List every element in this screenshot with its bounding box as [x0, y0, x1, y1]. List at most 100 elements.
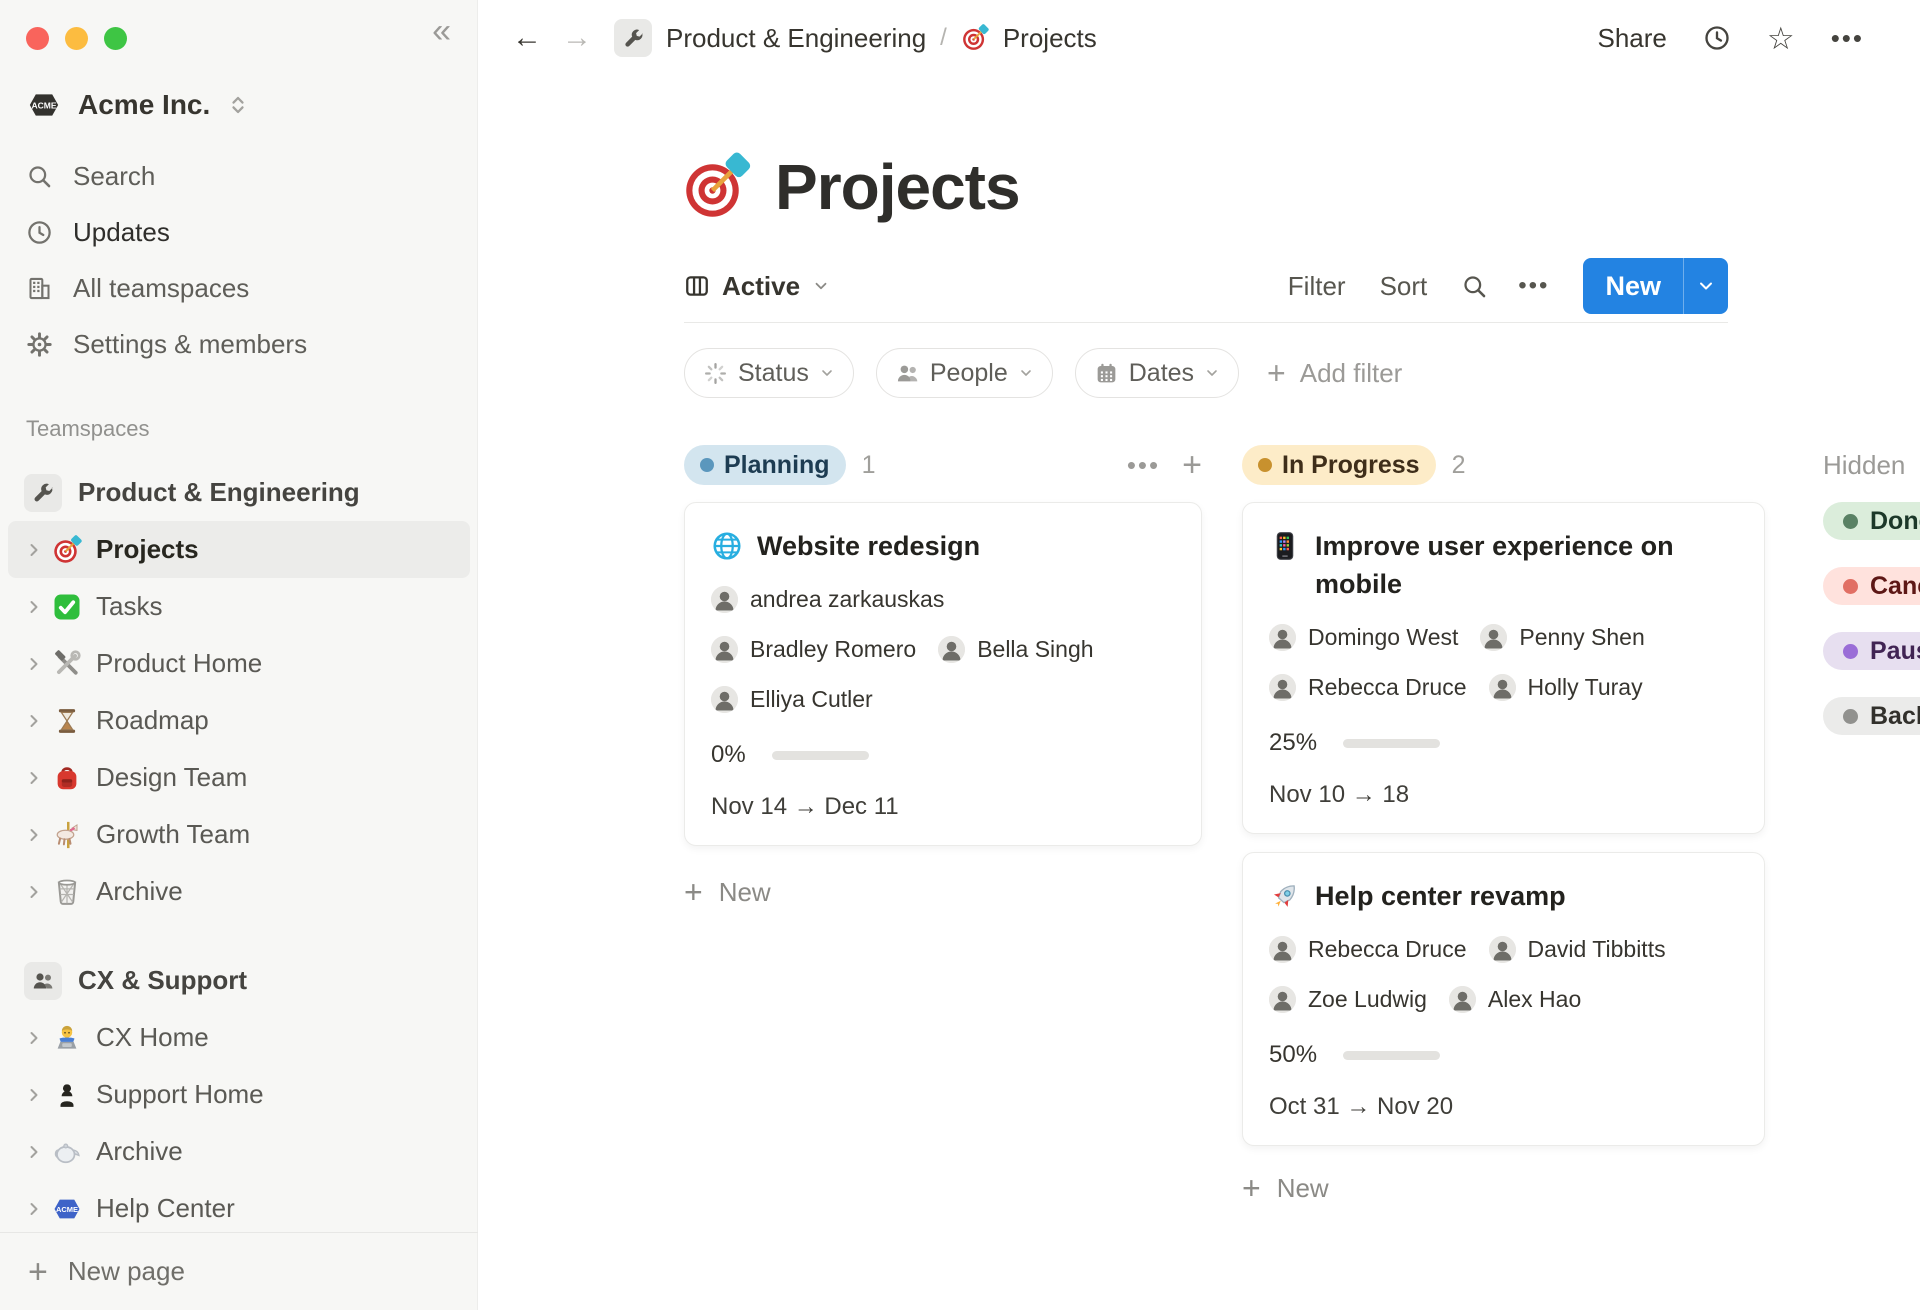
- status-label: In Progress: [1282, 451, 1420, 480]
- status-badge-planning[interactable]: Planning: [684, 445, 846, 485]
- person[interactable]: Penny Shen: [1480, 624, 1644, 651]
- filter-chip-status[interactable]: Status: [684, 348, 854, 398]
- status-badge-backlog[interactable]: Backlog: [1823, 697, 1920, 735]
- search-in-view-button[interactable]: [1461, 273, 1488, 300]
- status-badge-canceled[interactable]: Canceled: [1823, 567, 1920, 605]
- zoom-window-button[interactable]: [104, 27, 127, 50]
- filter-chip-dates[interactable]: Dates: [1075, 348, 1239, 398]
- forward-button[interactable]: →: [562, 23, 592, 53]
- board-column-planning: Planning 1 ••• + Website redesign: [684, 444, 1202, 910]
- status-label: Paused: [1870, 637, 1920, 666]
- person[interactable]: Rebecca Druce: [1269, 936, 1467, 963]
- avatar: [1480, 624, 1507, 651]
- people-icon: [31, 969, 55, 993]
- chevron-right-icon[interactable]: [24, 1199, 44, 1219]
- person[interactable]: Bella Singh: [938, 636, 1093, 663]
- sidebar-item-projects[interactable]: Projects: [8, 521, 470, 578]
- column-add-card-button[interactable]: +: [1182, 448, 1202, 482]
- updates-clock-button[interactable]: [1703, 24, 1731, 52]
- sidebar-item-updates[interactable]: Updates: [0, 204, 478, 260]
- person[interactable]: Alex Hao: [1449, 986, 1581, 1013]
- status-badge-in-progress[interactable]: In Progress: [1242, 445, 1436, 485]
- person[interactable]: Zoe Ludwig: [1269, 986, 1427, 1013]
- chevron-right-icon[interactable]: [24, 540, 44, 560]
- card-people: andrea zarkauskas Bradley Romero: [711, 579, 1175, 719]
- project-card-improve-ux-mobile[interactable]: Improve user experience on mobile Doming…: [1242, 502, 1765, 834]
- more-options-button[interactable]: •••: [1831, 23, 1864, 54]
- column-header: In Progress 2: [1242, 444, 1765, 486]
- sidebar-item-tasks[interactable]: Tasks: [0, 578, 478, 635]
- chevron-right-icon[interactable]: [24, 1142, 44, 1162]
- progress-percent: 25%: [1269, 729, 1317, 757]
- person[interactable]: andrea zarkauskas: [711, 586, 944, 613]
- chevron-right-icon[interactable]: [24, 1028, 44, 1048]
- person[interactable]: Holly Turay: [1489, 674, 1643, 701]
- technologist-icon: [52, 1023, 82, 1053]
- sidebar-item-archive-cx[interactable]: Archive: [0, 1123, 478, 1180]
- filter-chip-people[interactable]: People: [876, 348, 1053, 398]
- close-window-button[interactable]: [26, 27, 49, 50]
- workspace-switcher[interactable]: Acme Inc.: [24, 88, 250, 122]
- new-button-dropdown[interactable]: [1683, 258, 1728, 314]
- filter-button[interactable]: Filter: [1288, 271, 1346, 302]
- chevron-right-icon[interactable]: [24, 768, 44, 788]
- column-options-button[interactable]: •••: [1127, 450, 1160, 481]
- column-new-card-button[interactable]: + New: [1242, 1170, 1765, 1206]
- view-options-button[interactable]: •••: [1518, 272, 1549, 300]
- clock-icon: [1703, 24, 1731, 52]
- tools-icon: [52, 649, 82, 679]
- column-new-card-button[interactable]: + New: [684, 874, 1202, 910]
- new-page-button[interactable]: + New page: [0, 1232, 478, 1310]
- progress-track: [1343, 1051, 1440, 1060]
- minimize-window-button[interactable]: [65, 27, 88, 50]
- new-button-main[interactable]: New: [1583, 258, 1683, 314]
- sidebar-teamspace-product-engineering[interactable]: Product & Engineering: [0, 464, 478, 521]
- chevron-down-icon: [819, 365, 835, 381]
- chevron-right-icon[interactable]: [24, 597, 44, 617]
- wastebasket-icon: [52, 877, 82, 907]
- back-button[interactable]: ←: [512, 23, 542, 53]
- tab-active-view[interactable]: Active: [684, 271, 830, 302]
- sidebar-item-roadmap[interactable]: Roadmap: [0, 692, 478, 749]
- breadcrumb-teamspace-icon-box[interactable]: [614, 19, 652, 57]
- chevron-down-icon: [1018, 365, 1034, 381]
- sidebar-item-growth-team[interactable]: Growth Team: [0, 806, 478, 863]
- sidebar-item-cx-home[interactable]: CX Home: [0, 1009, 478, 1066]
- chevron-right-icon[interactable]: [24, 654, 44, 674]
- person-name: andrea zarkauskas: [750, 586, 944, 613]
- person[interactable]: Domingo West: [1269, 624, 1458, 651]
- sidebar-item-help-center[interactable]: Help Center: [0, 1180, 478, 1237]
- sidebar-item-support-home[interactable]: Support Home: [0, 1066, 478, 1123]
- chevron-right-icon[interactable]: [24, 882, 44, 902]
- sidebar-item-all-teamspaces[interactable]: All teamspaces: [0, 260, 478, 316]
- sort-button[interactable]: Sort: [1380, 271, 1428, 302]
- status-badge-done[interactable]: Done: [1823, 502, 1920, 540]
- sidebar-item-label: Projects: [96, 534, 199, 565]
- sidebar-item-archive[interactable]: Archive: [0, 863, 478, 920]
- sidebar-item-search[interactable]: Search: [0, 148, 478, 204]
- chevron-right-icon[interactable]: [24, 825, 44, 845]
- sidebar-item-settings-members[interactable]: Settings & members: [0, 316, 478, 372]
- share-button[interactable]: Share: [1598, 23, 1667, 54]
- status-badge-paused[interactable]: Paused: [1823, 632, 1920, 670]
- favorite-star-button[interactable]: ☆: [1767, 23, 1795, 54]
- gear-icon: [26, 331, 53, 358]
- sidebar-item-product-home[interactable]: Product Home: [0, 635, 478, 692]
- person[interactable]: David Tibbitts: [1489, 936, 1666, 963]
- person[interactable]: Rebecca Druce: [1269, 674, 1467, 701]
- project-card-website-redesign[interactable]: Website redesign andrea zarkauskas: [684, 502, 1202, 846]
- person[interactable]: Bradley Romero: [711, 636, 916, 663]
- chevron-down-icon: [1696, 276, 1716, 296]
- chevron-right-icon[interactable]: [24, 1085, 44, 1105]
- person[interactable]: Elliya Cutler: [711, 686, 873, 713]
- add-filter-button[interactable]: + Add filter: [1267, 357, 1402, 389]
- teamspaces-list: Product & Engineering Projects Tasks Pro…: [0, 464, 478, 1237]
- project-card-help-center-revamp[interactable]: Help center revamp Rebecca Druce D: [1242, 852, 1765, 1146]
- collapse-sidebar-icon[interactable]: «: [432, 14, 451, 48]
- chevron-right-icon[interactable]: [24, 711, 44, 731]
- status-label: Canceled: [1870, 572, 1920, 601]
- breadcrumb-teamspace[interactable]: Product & Engineering: [666, 23, 926, 54]
- sidebar-item-design-team[interactable]: Design Team: [0, 749, 478, 806]
- breadcrumb-page[interactable]: Projects: [1003, 23, 1097, 54]
- sidebar-teamspace-cx-support[interactable]: CX & Support: [0, 952, 478, 1009]
